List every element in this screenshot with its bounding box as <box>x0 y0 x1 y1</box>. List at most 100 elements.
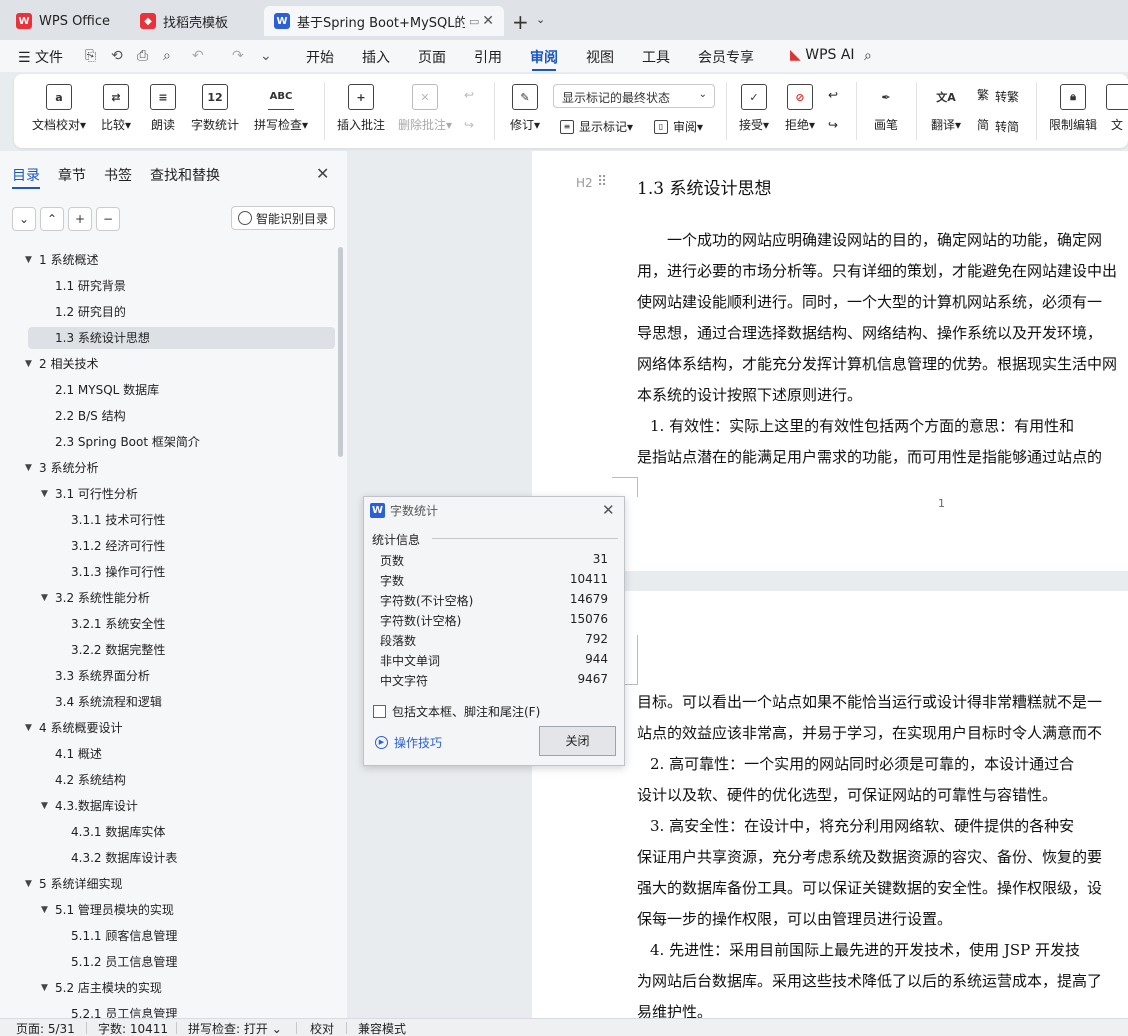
tab-docer[interactable]: ◆ 找稻壳模板 <box>130 6 260 36</box>
menu-page[interactable]: 页面 <box>418 47 446 67</box>
menu-home[interactable]: 开始 <box>306 47 334 67</box>
previous-comment-icon[interactable]: ↩ <box>464 88 474 102</box>
toc-item[interactable]: ▼ 5 系统详细实现 <box>25 873 335 895</box>
menu-membership[interactable]: 会员专享 <box>698 47 754 67</box>
nav-tab-find-replace[interactable]: 查找和替换 <box>150 165 220 185</box>
toc-item[interactable]: 1.1 研究背景 <box>28 275 335 297</box>
expand-arrow-icon[interactable]: ▼ <box>41 587 48 609</box>
toc-item[interactable]: ▼ 2 相关技术 <box>25 353 335 375</box>
next-comment-icon[interactable]: ↪ <box>464 118 474 132</box>
file-menu[interactable]: ☰ 文件 <box>18 47 63 67</box>
print-preview-icon[interactable]: ⌕ <box>163 48 171 64</box>
close-icon[interactable]: ✕ <box>602 501 615 519</box>
spell-check-button[interactable]: ABC 拼写检查▾ <box>250 74 312 133</box>
markup-view-select[interactable]: 显示标记的最终状态 ⌄ <box>553 84 715 108</box>
toc-item[interactable]: 4.3.2 数据库设计表 <box>28 847 335 869</box>
insert-comment-button[interactable]: + 插入批注 <box>334 74 388 133</box>
pen-button[interactable]: ✒ 画笔 <box>866 74 906 133</box>
to-traditional-button[interactable]: 繁转繁 <box>976 88 1019 105</box>
toc-item[interactable]: 5.1.1 顾客信息管理 <box>28 925 335 947</box>
menu-insert[interactable]: 插入 <box>362 47 390 67</box>
expand-all-button[interactable]: ⌄ <box>12 207 36 231</box>
tab-document[interactable]: W 基于Spring Boot+MySQL的 ▭ ✕ <box>264 6 504 36</box>
toc-item[interactable]: 1.2 研究目的 <box>28 301 335 323</box>
toc-item[interactable]: ▼ 4.3.数据库设计 <box>28 795 335 817</box>
toc-item[interactable]: 3.1.3 操作可行性 <box>28 561 335 583</box>
print-icon[interactable]: ⎙ <box>137 48 148 64</box>
toc-item[interactable]: 4.1 概述 <box>28 743 335 765</box>
add-heading-button[interactable]: + <box>68 207 92 231</box>
close-button[interactable]: 关闭 <box>539 726 616 756</box>
toc-item[interactable]: 4.2 系统结构 <box>28 769 335 791</box>
status-spell-check[interactable]: 拼写检查: 打开 ⌄ <box>188 1020 282 1036</box>
toc-item[interactable]: 3.2.2 数据完整性 <box>28 639 335 661</box>
accept-button[interactable]: ✓ 接受▾ <box>734 74 774 133</box>
status-word-count[interactable]: 字数: 10411 <box>98 1020 168 1036</box>
collapse-all-button[interactable]: ⌃ <box>40 207 64 231</box>
nav-tab-toc[interactable]: 目录 <box>12 165 40 189</box>
toc-item[interactable]: 5.2.1 员工信息管理 <box>28 1003 335 1018</box>
word-count-button[interactable]: 12 字数统计 <box>188 74 242 133</box>
translate-button[interactable]: 文A 翻译▾ <box>924 74 968 133</box>
nav-tab-bookmarks[interactable]: 书签 <box>104 165 132 185</box>
tips-link[interactable]: ▶ 操作技巧 <box>375 734 442 751</box>
status-proofread[interactable]: 校对 <box>310 1020 334 1036</box>
nav-tab-sections[interactable]: 章节 <box>58 165 86 185</box>
delete-comment-button[interactable]: ✕ 删除批注▾ <box>394 74 456 133</box>
toc-item[interactable]: ▼ 3.1 可行性分析 <box>28 483 335 505</box>
share-icon[interactable]: ⟲ <box>111 48 123 64</box>
expand-arrow-icon[interactable]: ▼ <box>25 717 32 739</box>
menu-tools[interactable]: 工具 <box>642 47 670 67</box>
toc-item[interactable]: ▼ 1 系统概述 <box>25 249 335 271</box>
toc-item[interactable]: 3.4 系统流程和逻辑 <box>28 691 335 713</box>
menu-review[interactable]: 审阅 <box>530 47 558 71</box>
remove-heading-button[interactable]: − <box>96 207 120 231</box>
previous-change-icon[interactable]: ↩ <box>828 88 838 102</box>
toc-item[interactable]: 2.2 B/S 结构 <box>28 405 335 427</box>
menu-view[interactable]: 视图 <box>586 47 614 67</box>
include-textbox-checkbox[interactable]: 包括文本框、脚注和尾注(F) <box>373 703 540 720</box>
toc-item[interactable]: 3.2.1 系统安全性 <box>28 613 335 635</box>
menu-references[interactable]: 引用 <box>474 47 502 67</box>
toc-item[interactable]: ▼ 4 系统概要设计 <box>25 717 335 739</box>
toc-item[interactable]: ▼ 3.2 系统性能分析 <box>28 587 335 609</box>
toc-item[interactable]: 2.1 MYSQL 数据库 <box>28 379 335 401</box>
toc-item[interactable]: 3.1.1 技术可行性 <box>28 509 335 531</box>
toc-item[interactable]: ▼ 5.2 店主模块的实现 <box>28 977 335 999</box>
toc-item[interactable]: 4.3.1 数据库实体 <box>28 821 335 843</box>
toc-item[interactable]: ▼ 5.1 管理员模块的实现 <box>28 899 335 921</box>
drag-handle-icon[interactable]: ⠿ <box>597 174 607 190</box>
new-tab-icon[interactable]: + <box>512 10 529 34</box>
close-tab-icon[interactable]: ✕ <box>482 13 494 29</box>
expand-arrow-icon[interactable]: ▼ <box>41 795 48 817</box>
tab-wps-office[interactable]: W WPS Office <box>6 6 124 36</box>
expand-arrow-icon[interactable]: ▼ <box>41 977 48 999</box>
scrollbar[interactable] <box>338 247 343 457</box>
save-icon[interactable]: ⎘ <box>85 48 96 64</box>
compare-button[interactable]: ⇄ 比较▾ <box>96 74 136 133</box>
doc-check-button[interactable]: a 文档校对▾ <box>28 74 90 133</box>
redo-icon[interactable]: ↷ <box>232 48 244 64</box>
expand-arrow-icon[interactable]: ▼ <box>25 873 32 895</box>
toc-item[interactable]: ▼ 3 系统分析 <box>25 457 335 479</box>
expand-arrow-icon[interactable]: ▼ <box>41 483 48 505</box>
show-markup-button[interactable]: ≡ 显示标记 ▾ <box>560 118 633 135</box>
expand-arrow-icon[interactable]: ▼ <box>41 899 48 921</box>
expand-arrow-icon[interactable]: ▼ <box>25 353 32 375</box>
toc-item[interactable]: 1.3 系统设计思想 <box>28 327 335 349</box>
wps-ai-button[interactable]: ◣ WPS AI <box>790 47 855 63</box>
status-page[interactable]: 页面: 5/31 <box>16 1020 75 1036</box>
close-icon[interactable]: ✕ <box>316 164 329 183</box>
expand-arrow-icon[interactable]: ▼ <box>25 249 32 271</box>
review-pane-button[interactable]: ▯ 审阅 ▾ <box>654 118 703 135</box>
checkbox-box[interactable] <box>373 705 386 718</box>
read-aloud-button[interactable]: ≡ 朗读 <box>144 74 182 133</box>
search-icon[interactable]: ⌕ <box>864 48 872 64</box>
chevron-down-icon[interactable]: ⌄ <box>536 13 545 26</box>
smart-toc-button[interactable]: 智能识别目录 <box>231 206 335 230</box>
toc-item[interactable]: 3.3 系统界面分析 <box>28 665 335 687</box>
expand-arrow-icon[interactable]: ▼ <box>25 457 32 479</box>
toc-item[interactable]: 3.1.2 经济可行性 <box>28 535 335 557</box>
to-simplified-button[interactable]: 简转简 <box>976 118 1019 135</box>
next-change-icon[interactable]: ↪ <box>828 118 838 132</box>
